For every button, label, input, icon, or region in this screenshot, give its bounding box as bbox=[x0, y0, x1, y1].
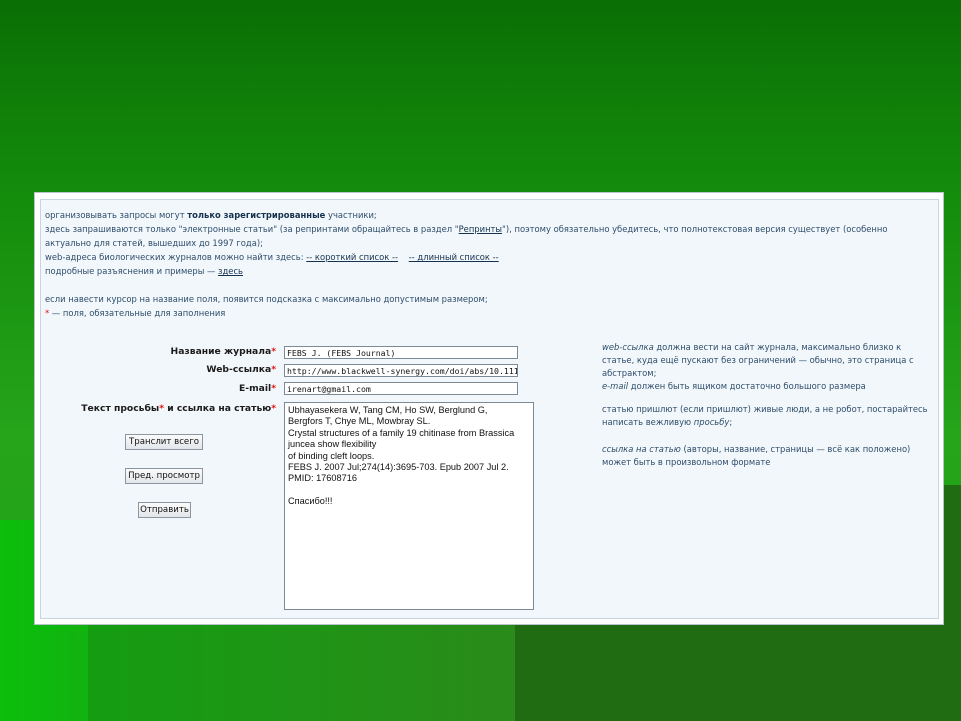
note-details: подробные разъяснения и примеры — здесь bbox=[45, 266, 243, 276]
request-label[interactable]: Текст просьбы* и ссылка на статью* bbox=[71, 403, 276, 414]
details-link[interactable]: здесь bbox=[218, 266, 243, 276]
note-tooltip: если навести курсор на название поля, по… bbox=[45, 294, 488, 304]
email-input[interactable]: irenart@gmail.com bbox=[284, 382, 518, 395]
note-electronic: здесь запрашиваются только "электронные … bbox=[45, 224, 888, 248]
translit-button[interactable]: Транслит всего bbox=[125, 434, 203, 450]
long-list-link[interactable]: -- длинный список -- bbox=[409, 252, 499, 262]
request-textarea[interactable]: Ubhayasekera W, Tang CM, Ho SW, Berglund… bbox=[284, 402, 534, 610]
email-label[interactable]: E-mail* bbox=[101, 383, 276, 394]
note-bold: только зарегистрированные bbox=[187, 210, 326, 220]
preview-button[interactable]: Пред. просмотр bbox=[125, 468, 203, 484]
send-button[interactable]: Отправить bbox=[138, 502, 191, 518]
web-link-label[interactable]: Web-ссылка* bbox=[101, 364, 276, 375]
request-form-panel: организовывать запросы могут только заре… bbox=[40, 199, 939, 619]
slide-panel-right bbox=[515, 625, 961, 721]
note-registered: организовывать запросы могут только заре… bbox=[45, 210, 377, 220]
hint-web-email: web-ссылка должна вести на сайт журнала,… bbox=[602, 342, 914, 391]
screenshot-frame: организовывать запросы могут только заре… bbox=[34, 192, 944, 625]
reprints-link[interactable]: Репринты bbox=[459, 224, 502, 234]
note-required: * — поля, обязательные для заполнения bbox=[45, 308, 226, 318]
hint-article-link: ссылка на статью (авторы, название, стра… bbox=[602, 444, 911, 467]
hint-request: статью пришлют (если пришлют) живые люди… bbox=[602, 404, 928, 427]
short-list-link[interactable]: -- короткий список -- bbox=[306, 252, 398, 262]
journal-input[interactable]: FEBS J. (FEBS Journal) bbox=[284, 346, 518, 359]
web-link-input[interactable]: http://www.blackwell-synergy.com/doi/abs… bbox=[284, 364, 518, 377]
slide-panel-bottom bbox=[88, 625, 518, 721]
journal-label[interactable]: Название журнала* bbox=[101, 346, 276, 357]
instructions: организовывать запросы могут только заре… bbox=[45, 208, 930, 320]
note-journals: web-адреса биологических журналов можно … bbox=[45, 252, 499, 262]
